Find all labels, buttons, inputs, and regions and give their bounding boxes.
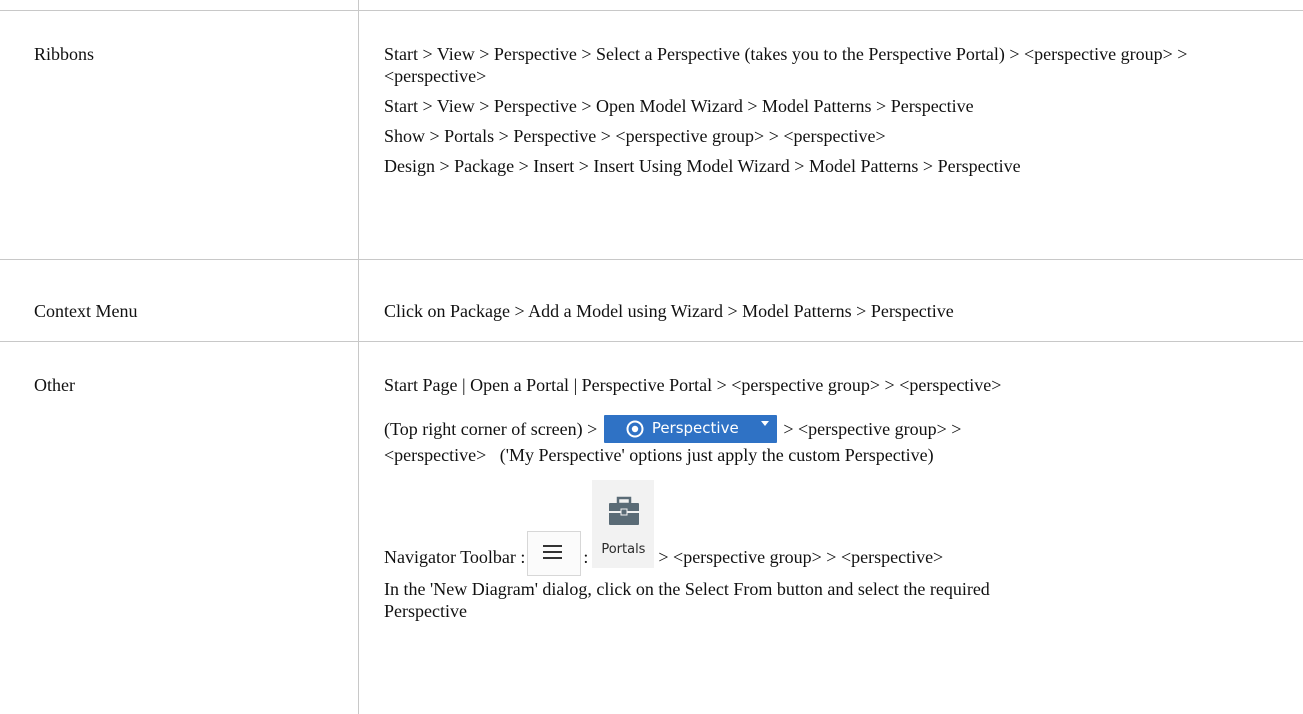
navigation-table: Ribbons Start > View > Perspective > Sel… (0, 0, 1303, 714)
ribbon-path: Start > View > Perspective > Select a Pe… (384, 44, 1188, 86)
perspective-button-label: Perspective (651, 419, 739, 438)
top-right-path-suffix: > <perspective group> > (783, 419, 962, 439)
table-row: Other Start Page | Open a Portal | Persp… (0, 341, 1303, 714)
new-diagram-line: Perspective (384, 601, 467, 621)
start-page-path: Start Page | Open a Portal | Perspective… (384, 375, 1002, 395)
briefcase-icon (609, 496, 640, 525)
context-menu-path: Click on Package > Add a Model using Wiz… (384, 301, 954, 321)
ribbons-paths: Start > View > Perspective > Select a Pe… (384, 43, 1284, 185)
navigator-separator: : (583, 547, 589, 567)
ribbon-path: Design > Package > Insert > Insert Using… (384, 156, 1021, 176)
portals-button[interactable]: Portals (592, 480, 655, 568)
top-right-path-prefix: (Top right corner of screen) > (384, 419, 598, 439)
other-paths: Start Page | Open a Portal | Perspective… (384, 374, 1284, 622)
row-label-context-menu: Context Menu (34, 301, 138, 321)
eye-icon (626, 420, 644, 438)
portals-label: Portals (601, 542, 646, 557)
hamburger-menu-icon (543, 545, 563, 547)
row-label-ribbons: Ribbons (34, 44, 95, 64)
top-right-path: (Top right corner of screen) > Perspecti… (384, 414, 1284, 466)
navigator-toolbar-path: Navigator Toolbar : : Portals > <perspec… (384, 480, 1284, 576)
context-menu-paths: Click on Package > Add a Model using Wiz… (384, 300, 1284, 330)
navigator-suffix: > <perspective group> > <perspective> (658, 547, 944, 567)
new-diagram-line: In the 'New Diagram' dialog, click on th… (384, 579, 990, 599)
navigator-menu-button[interactable] (527, 531, 582, 576)
table-row: Ribbons Start > View > Perspective > Sel… (0, 10, 1303, 259)
table-row: Context Menu Click on Package > Add a Mo… (0, 259, 1303, 341)
navigator-prefix: Navigator Toolbar : (384, 547, 526, 567)
ribbon-path: Start > View > Perspective > Open Model … (384, 96, 974, 116)
new-diagram-path: In the 'New Diagram' dialog, click on th… (384, 578, 1284, 622)
row-label-other: Other (34, 375, 75, 395)
ribbon-path: Show > Portals > Perspective > <perspect… (384, 126, 886, 146)
chevron-down-icon (760, 420, 769, 426)
top-right-path-line2: <perspective> ('My Perspective' options … (384, 445, 934, 465)
perspective-button[interactable]: Perspective (603, 414, 777, 443)
